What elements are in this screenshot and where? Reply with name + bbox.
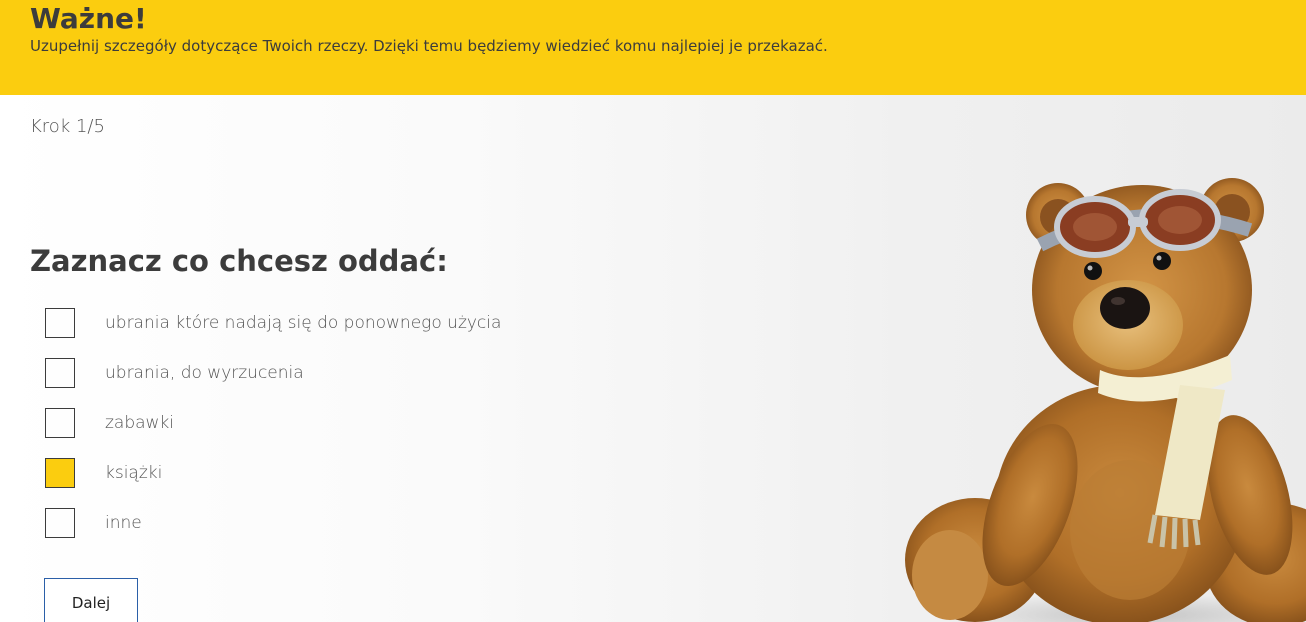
checkbox[interactable] — [45, 508, 75, 538]
teddy-bear-image — [905, 178, 1306, 622]
important-banner: Ważne! Uzupełnij szczegóły dotyczące Two… — [0, 0, 1306, 95]
option-books[interactable]: książki — [45, 458, 565, 488]
option-other[interactable]: inne — [45, 508, 565, 538]
option-label: zabawki — [105, 413, 175, 433]
banner-title: Ważne! — [30, 2, 147, 35]
checkbox[interactable] — [45, 408, 75, 438]
option-label: ubrania, do wyrzucenia — [105, 363, 304, 383]
checkbox[interactable] — [45, 308, 75, 338]
form-section: Krok 1/5 Zaznacz co chcesz oddać: ubrani… — [0, 95, 1306, 622]
checkbox[interactable] — [45, 358, 75, 388]
banner-text: Uzupełnij szczegóły dotyczące Twoich rze… — [30, 37, 828, 55]
step-indicator: Krok 1/5 — [30, 116, 105, 137]
next-button[interactable]: Dalej — [44, 578, 138, 622]
option-clothes-to-discard[interactable]: ubrania, do wyrzucenia — [45, 358, 565, 388]
option-toys[interactable]: zabawki — [45, 408, 565, 438]
checkbox[interactable] — [45, 458, 75, 488]
option-label: inne — [105, 513, 142, 533]
option-label: książki — [105, 463, 163, 483]
option-reusable-clothes[interactable]: ubrania które nadają się do ponownego uż… — [45, 308, 565, 338]
form-heading: Zaznacz co chcesz oddać: — [30, 244, 448, 278]
option-label: ubrania które nadają się do ponownego uż… — [105, 313, 502, 333]
